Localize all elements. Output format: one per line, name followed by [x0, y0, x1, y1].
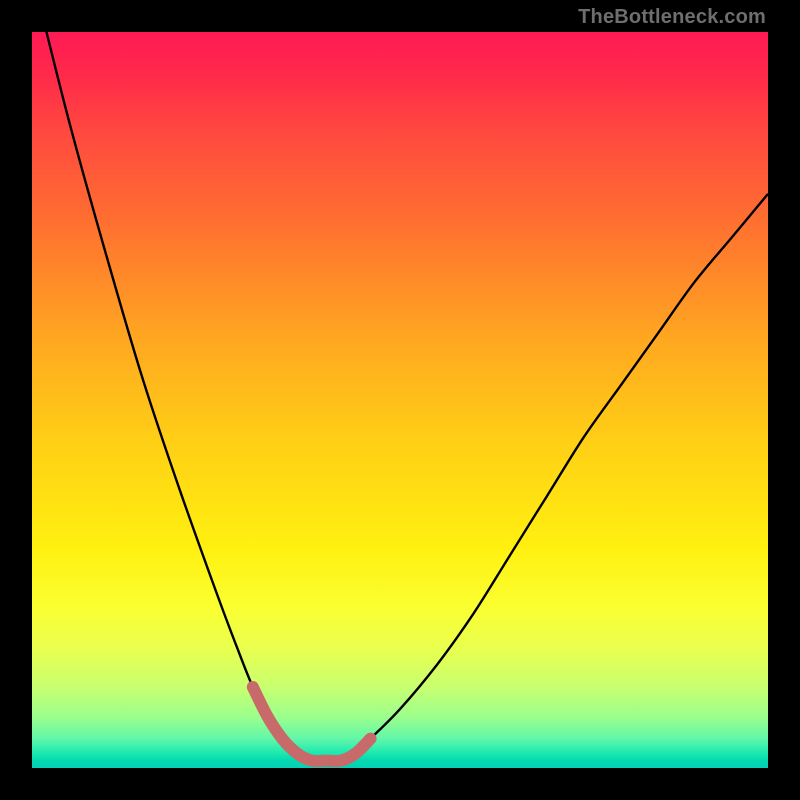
curve-highlight: [253, 687, 371, 761]
credit-label: TheBottleneck.com: [578, 6, 766, 29]
plot-area: [32, 32, 768, 768]
chart-frame: TheBottleneck.com: [0, 0, 800, 800]
curve-main: [32, 32, 768, 761]
bottleneck-curve: [32, 32, 768, 768]
